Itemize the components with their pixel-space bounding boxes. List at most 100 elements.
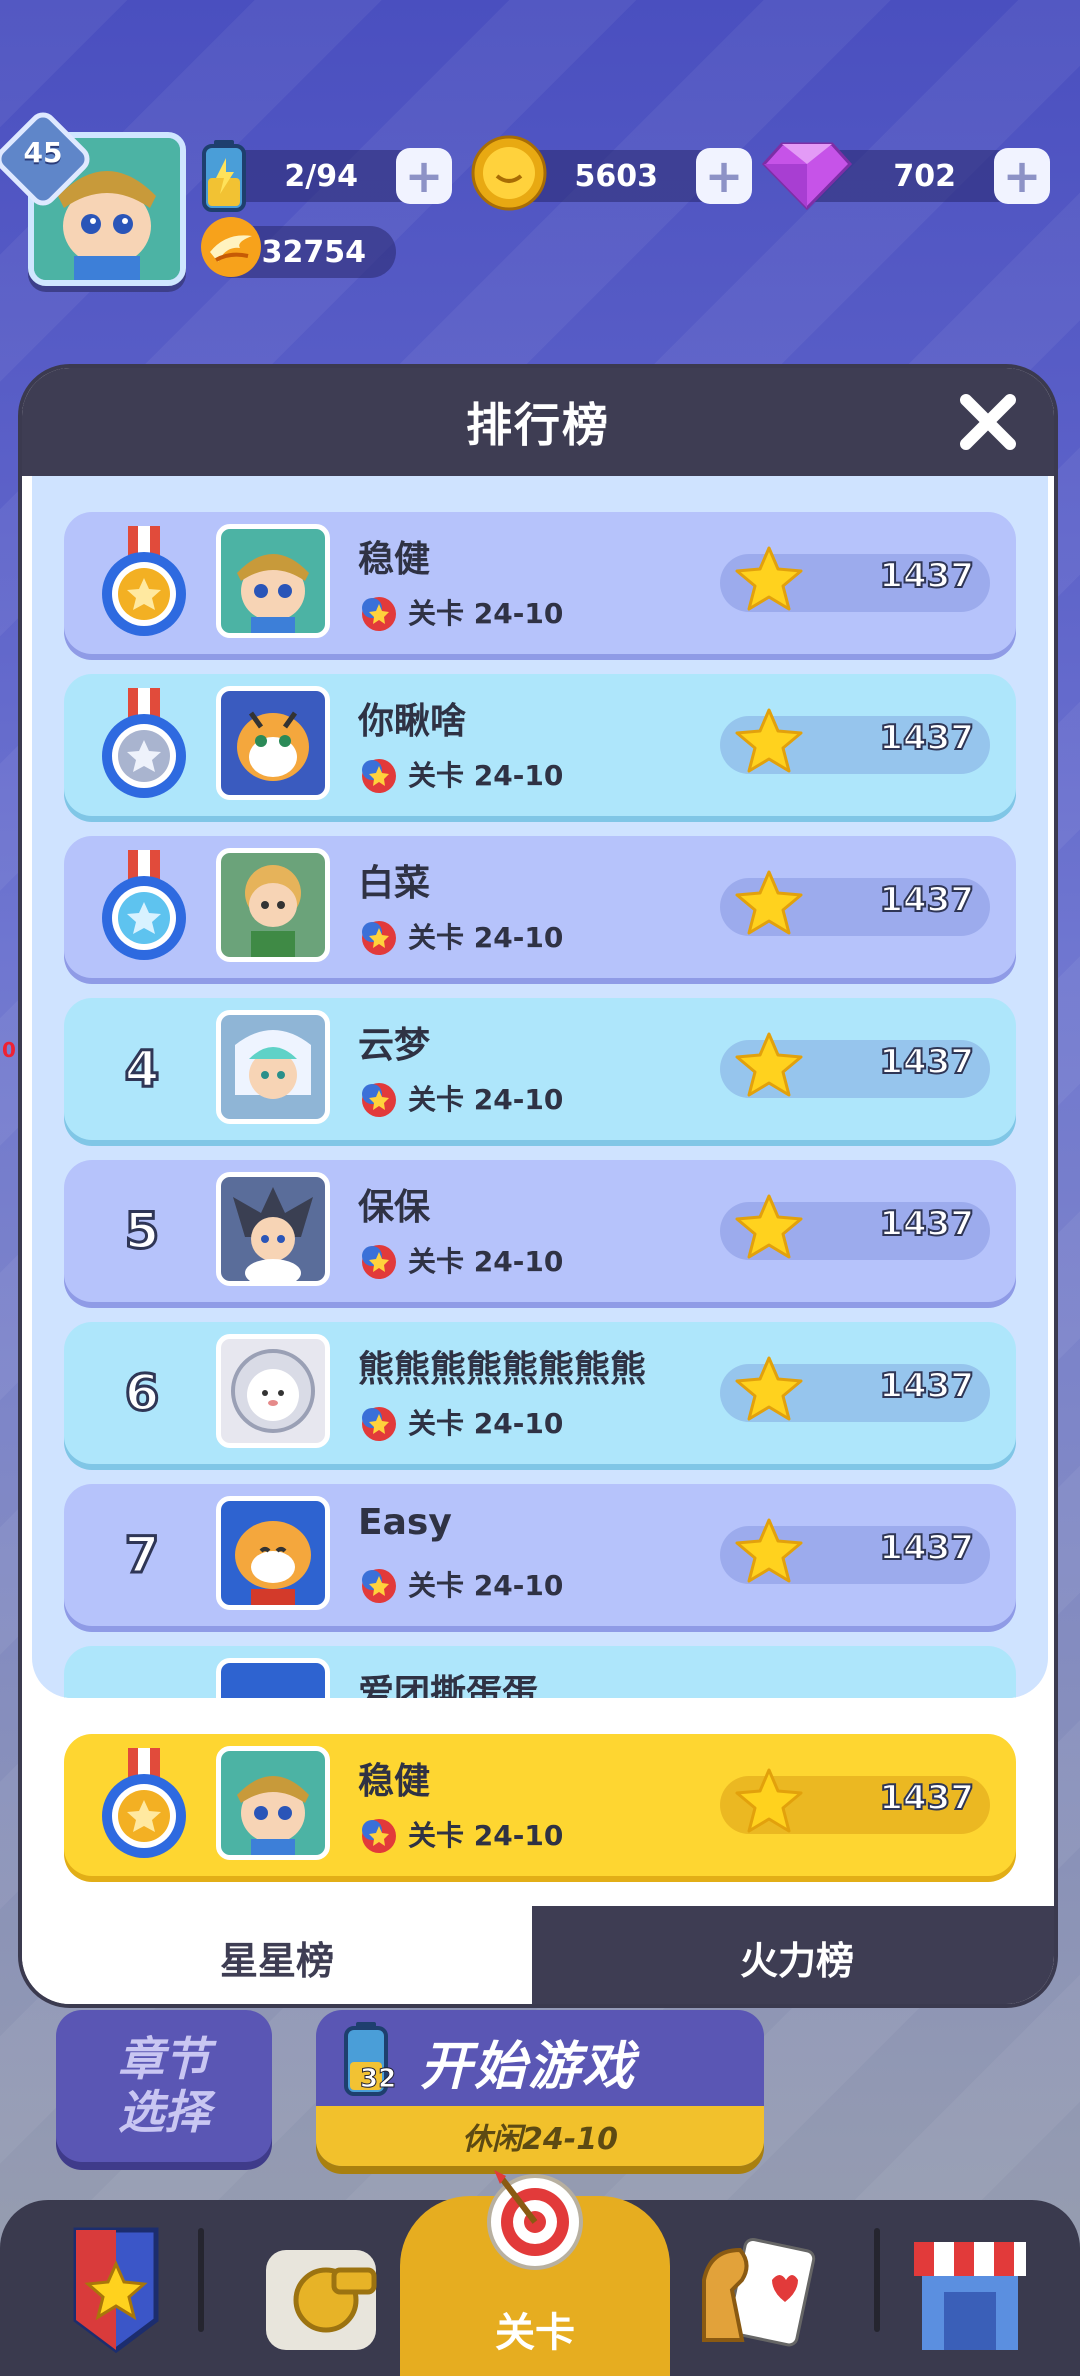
- player-name: 云梦: [358, 1025, 431, 1066]
- stage-badge-icon: [362, 1569, 396, 1603]
- stage-badge-icon: [362, 1245, 396, 1279]
- score-value: 1437: [878, 1203, 975, 1245]
- shop-icon[interactable]: [900, 2220, 1040, 2360]
- score-value: 1437: [878, 1041, 975, 1083]
- stage-text: 关卡 24-10: [408, 1819, 564, 1852]
- rank-number: 4: [123, 1039, 161, 1100]
- panel-header: 排行榜: [22, 368, 1054, 476]
- battery-icon: [202, 140, 246, 212]
- chapter-select-button[interactable]: 章节 选择: [56, 2010, 272, 2162]
- stage-text: 关卡 24-10: [408, 597, 564, 630]
- player-avatar[interactable]: [216, 848, 330, 962]
- energy-value: 2/94: [284, 158, 358, 194]
- score-value: 1437: [878, 555, 975, 597]
- player-avatar[interactable]: [216, 524, 330, 638]
- score-value: 1437: [878, 717, 975, 759]
- tab-star-ranking[interactable]: 星星榜: [22, 1906, 532, 2004]
- rank-number: 5: [123, 1201, 161, 1262]
- top-hud: 45 2/94 + 5603 + 702 + 32754: [0, 0, 1080, 300]
- avatar-character-icon: [237, 711, 309, 781]
- stage-text: 关卡 24-10: [408, 921, 564, 954]
- ranking-row[interactable]: 4 云梦 关卡 24-10 1437: [64, 998, 1016, 1140]
- star-icon: [735, 1518, 803, 1583]
- bronze-medal-icon: [102, 850, 186, 960]
- star-icon: [735, 546, 803, 611]
- close-icon[interactable]: [956, 390, 1020, 454]
- avatar-character-icon: [237, 554, 309, 633]
- ranking-row[interactable]: 5 保保 关卡 24-10 1437: [64, 1160, 1016, 1302]
- stage-text: 关卡 24-10: [408, 1245, 564, 1278]
- avatar-character-icon: [235, 1521, 311, 1605]
- gold-medal-icon: [102, 526, 186, 636]
- player-avatar[interactable]: [216, 1334, 330, 1448]
- player-avatar[interactable]: [216, 1172, 330, 1286]
- chess-card-icon[interactable]: [680, 2220, 820, 2360]
- ranking-row[interactable]: 白菜 关卡 24-10 1437: [64, 836, 1016, 978]
- silver-medal-icon: [102, 688, 186, 798]
- ranking-list[interactable]: 稳健 关卡 24-10 1437 你瞅啥 关卡 24-10 1437 白菜 关卡…: [32, 476, 1048, 1698]
- star-icon: [735, 1032, 803, 1097]
- star-icon: [735, 1356, 803, 1421]
- start-game-label: 开始游戏: [420, 2037, 637, 2097]
- chapter-select-label-line1: 章节: [118, 2032, 210, 2087]
- team-icon[interactable]: [46, 2220, 186, 2360]
- leaderboard-panel: 排行榜 稳健 关卡 24-10 1437 你瞅啥 关卡 24-10 1437 白…: [18, 364, 1058, 2008]
- leaderboard-tabs: 星星榜 火力榜: [22, 1906, 1054, 2004]
- player-name: 你瞅啥: [358, 701, 467, 742]
- player-name: Easy: [358, 1502, 452, 1543]
- player-avatar[interactable]: [216, 1746, 330, 1860]
- star-icon: [735, 870, 803, 935]
- player-avatar[interactable]: [216, 1658, 330, 1698]
- gold-medal-icon: [102, 1748, 186, 1858]
- avatar-character-icon: [245, 865, 301, 957]
- tab-firepower-ranking[interactable]: 火力榜: [532, 1906, 1054, 2004]
- ranking-row[interactable]: 爱团撕蛋蛋: [64, 1646, 1016, 1698]
- player-name: 稳健: [358, 1761, 431, 1802]
- target-icon: [487, 2170, 583, 2270]
- rank-number: 6: [123, 1363, 161, 1424]
- coin-icon: [471, 135, 547, 211]
- player-name: 爱团撕蛋蛋: [358, 1673, 539, 1698]
- ranking-row[interactable]: 稳健 关卡 24-10 1437: [64, 512, 1016, 654]
- score-value: 1437: [878, 1777, 975, 1819]
- star-icon: [735, 1194, 803, 1259]
- nav-stage-label: 关卡: [495, 2310, 575, 2356]
- stage-badge-icon: [362, 1083, 396, 1117]
- stage-badge-icon: [362, 1407, 396, 1441]
- whistle-icon[interactable]: [256, 2220, 396, 2360]
- rank-number: 7: [123, 1525, 161, 1586]
- coin-value: 5603: [574, 158, 659, 194]
- stage-text: 关卡 24-10: [408, 1569, 564, 1602]
- my-ranking-row[interactable]: 稳健 关卡 24-10 1437: [64, 1734, 1016, 1876]
- add-gems-button[interactable]: +: [994, 148, 1050, 204]
- player-name: 熊熊熊熊熊熊熊熊: [358, 1349, 647, 1390]
- stage-text: 关卡 24-10: [408, 1407, 564, 1440]
- avatar-character-icon: [235, 1030, 311, 1099]
- ranking-row[interactable]: 7 Easy 关卡 24-10 1437: [64, 1484, 1016, 1626]
- score-value: 1437: [878, 1365, 975, 1407]
- fire-power-icon: [201, 217, 261, 277]
- avatar-character-icon: [233, 1187, 313, 1281]
- score-value: 1437: [878, 1527, 975, 1569]
- gem-value: 702: [893, 158, 956, 194]
- player-avatar[interactable]: [216, 1010, 330, 1124]
- stage-badge-icon: [362, 597, 396, 631]
- start-game-button[interactable]: 32 开始游戏 休闲24-10: [316, 2010, 764, 2166]
- power-value: 32754: [261, 234, 366, 270]
- stage-text: 关卡 24-10: [408, 759, 564, 792]
- gem-icon: [762, 142, 852, 210]
- ranking-row[interactable]: 你瞅啥 关卡 24-10 1437: [64, 674, 1016, 816]
- add-coins-button[interactable]: +: [696, 148, 752, 204]
- player-avatar[interactable]: [216, 686, 330, 800]
- player-avatar[interactable]: [216, 1496, 330, 1610]
- chapter-select-label-line2: 选择: [118, 2085, 210, 2139]
- side-marker: 0: [2, 1038, 16, 1062]
- battery-cost: 32: [359, 2064, 397, 2095]
- stage-text: 关卡 24-10: [408, 1083, 564, 1116]
- stage-badge-icon: [362, 759, 396, 793]
- panel-title: 排行榜: [466, 398, 610, 452]
- avatar-character-icon: [231, 1349, 315, 1433]
- stage-badge-icon: [362, 921, 396, 955]
- add-energy-button[interactable]: +: [396, 148, 452, 204]
- ranking-row[interactable]: 6 熊熊熊熊熊熊熊熊 关卡 24-10 1437: [64, 1322, 1016, 1464]
